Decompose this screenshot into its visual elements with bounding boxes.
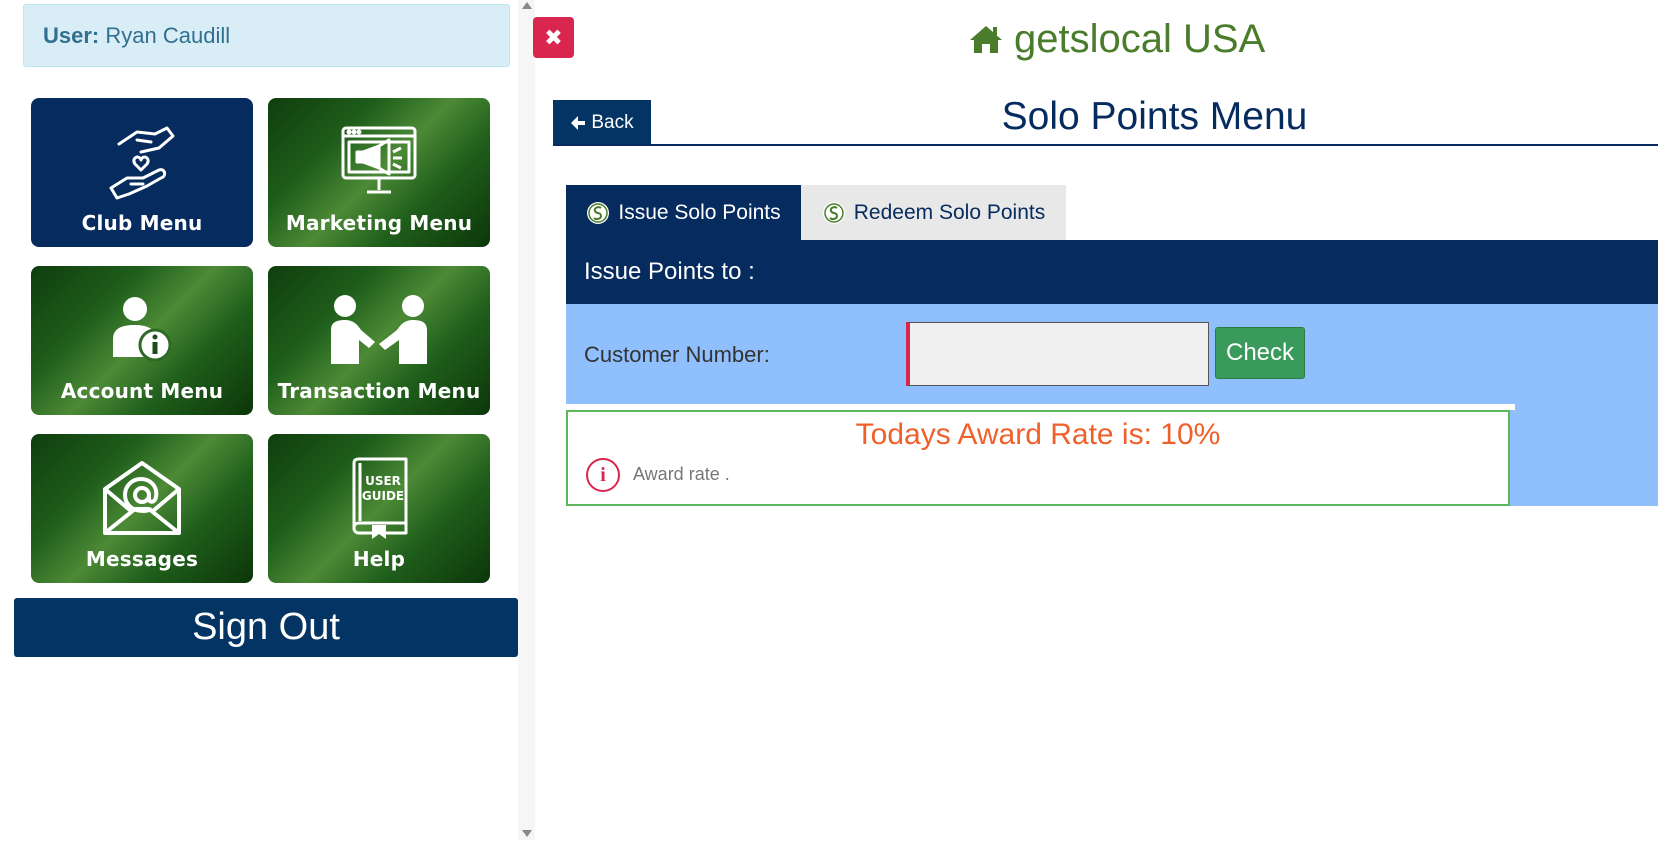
solo-points-coin-icon	[822, 202, 845, 224]
tab-label: Issue Solo Points	[618, 201, 781, 224]
help-tile[interactable]: USER GUIDE Help	[268, 434, 490, 583]
customer-number-label: Customer Number:	[584, 342, 770, 367]
tab-issue-solo-points[interactable]: Issue Solo Points	[566, 185, 801, 241]
issue-points-heading: Issue Points to :	[566, 240, 1658, 304]
issue-form: Customer Number: Check Todays Award Rate…	[566, 304, 1658, 506]
scroll-up-arrow-icon[interactable]	[522, 2, 532, 9]
award-rate-text: Todays Award Rate is: 10%	[855, 418, 1221, 451]
tab-redeem-solo-points[interactable]: Redeem Solo Points	[801, 185, 1066, 241]
sidebar: User: Ryan Caudill Club Menu Marketing M…	[0, 0, 518, 858]
user-info-icon	[113, 297, 172, 362]
hands-heart-icon	[109, 126, 175, 200]
tile-label: Account Menu	[60, 379, 224, 403]
envelope-at-icon	[103, 461, 181, 535]
tile-label: Marketing Menu	[285, 211, 473, 235]
award-rate-box: Todays Award Rate is: 10% i Award rate .	[566, 410, 1510, 506]
club-menu-tile[interactable]: Club Menu	[31, 98, 253, 247]
user-guide-text-line2: GUIDE	[362, 489, 404, 503]
account-menu-tile[interactable]: Account Menu	[31, 266, 253, 415]
page-title: Solo Points Menu	[1001, 95, 1308, 138]
user-guide-text-line1: USER	[365, 474, 401, 488]
transaction-menu-tile[interactable]: Transaction Menu	[268, 266, 490, 415]
marketing-menu-tile[interactable]: Marketing Menu	[268, 98, 490, 247]
back-label: Back	[591, 111, 634, 133]
user-label: User:	[43, 23, 100, 48]
back-button[interactable]: Back	[553, 100, 651, 145]
tile-label: Transaction Menu	[277, 379, 481, 403]
tile-label: Club Menu	[81, 211, 203, 235]
tile-label: Messages	[85, 547, 199, 571]
close-sidebar-button[interactable]: ✖	[533, 17, 574, 58]
sidebar-scrollbar[interactable]	[518, 0, 535, 840]
user-info-box: User: Ryan Caudill	[23, 4, 510, 67]
handshake-icon	[331, 295, 427, 364]
tile-label: Help	[352, 547, 406, 571]
monitor-megaphone-icon	[341, 126, 417, 194]
user-guide-book-icon: USER GUIDE	[352, 457, 408, 539]
arrow-left-icon	[571, 115, 586, 130]
home-icon	[970, 26, 1002, 53]
check-button[interactable]: Check	[1215, 327, 1305, 379]
scroll-down-arrow-icon[interactable]	[522, 830, 532, 837]
user-name: Ryan Caudill	[105, 23, 231, 48]
award-rate-note: Award rate .	[633, 464, 730, 484]
customer-number-input[interactable]	[906, 322, 1209, 386]
tab-label: Redeem Solo Points	[853, 201, 1046, 224]
messages-tile[interactable]: Messages	[31, 434, 253, 583]
brand-header[interactable]: getslocal USA	[968, 14, 1265, 64]
close-icon: ✖	[544, 25, 563, 50]
solo-points-coin-icon	[587, 202, 610, 224]
sign-out-button[interactable]: Sign Out	[14, 598, 518, 657]
title-divider	[553, 144, 1658, 146]
brand-name: getslocal USA	[1014, 16, 1266, 61]
info-icon: i	[586, 458, 620, 492]
